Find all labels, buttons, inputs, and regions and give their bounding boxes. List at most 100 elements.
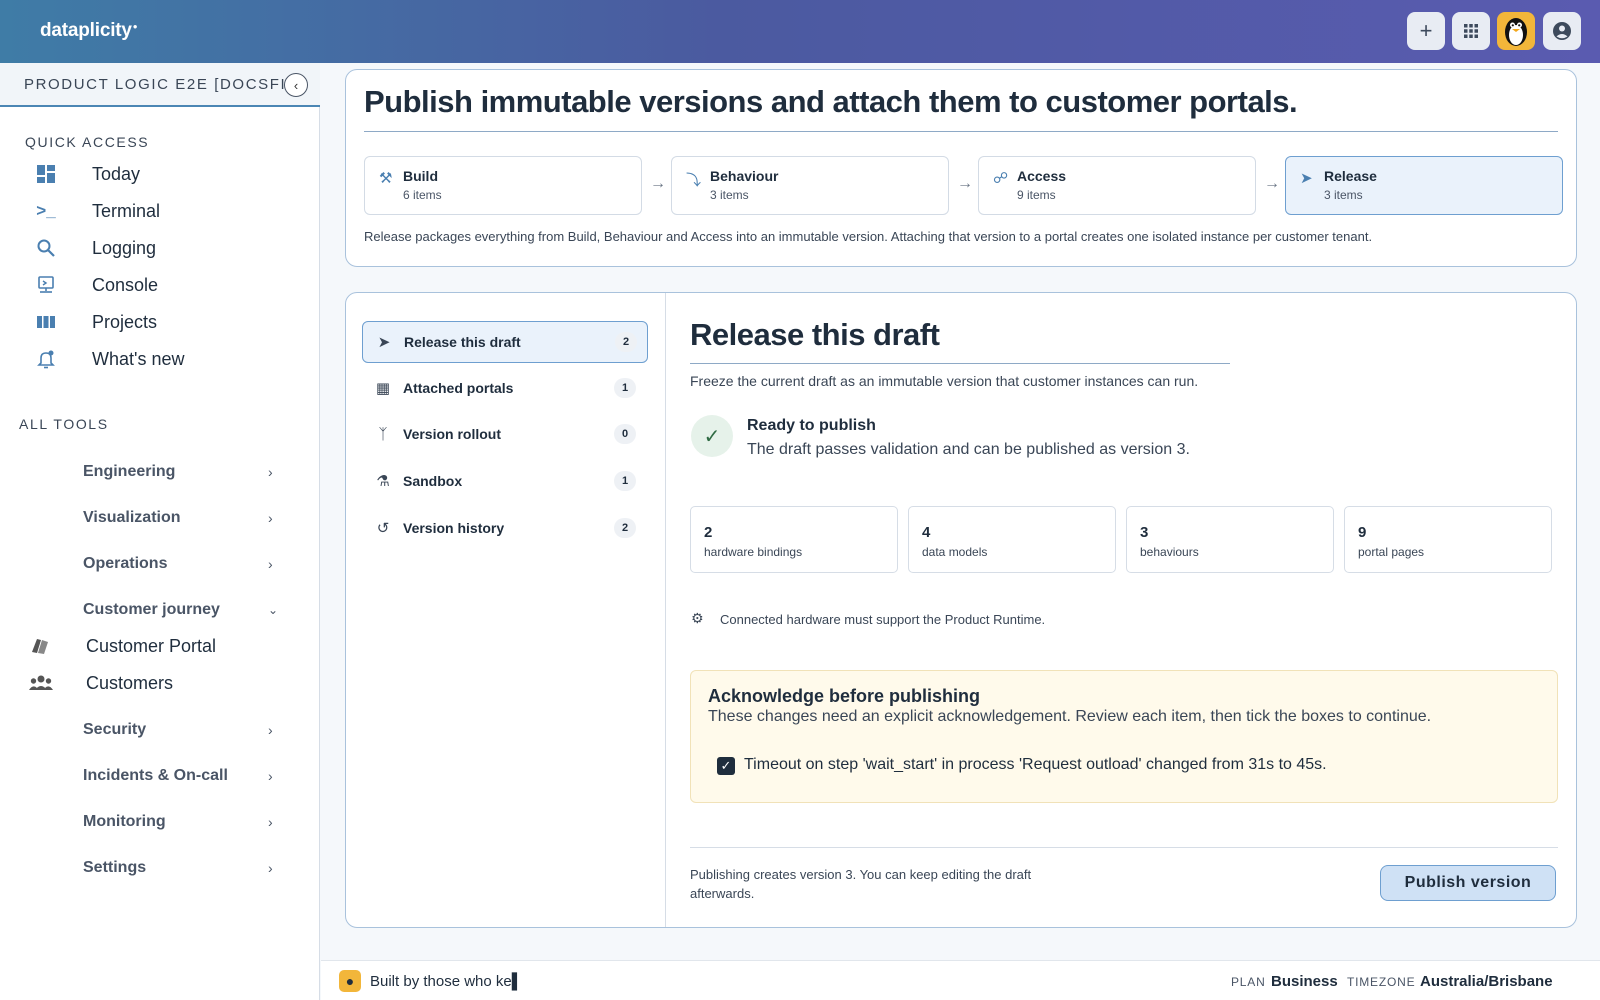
tool-customer-journey[interactable]: Customer journey ⌄ xyxy=(83,595,283,625)
check-icon: ✓ xyxy=(691,415,733,457)
count-badge: 0 xyxy=(614,424,636,444)
project-selector[interactable]: PRODUCT LOGIC E2E [DOCSFIN ‹ xyxy=(0,63,320,107)
collapse-sidebar-button[interactable]: ‹ xyxy=(284,73,308,97)
project-name: PRODUCT LOGIC E2E [DOCSFIN xyxy=(24,76,286,93)
nav-label: Sandbox xyxy=(403,473,463,489)
sidebar-item-label: Terminal xyxy=(92,200,161,221)
sidebar-item-today[interactable]: Today xyxy=(36,159,140,189)
chevron-right-icon: › xyxy=(268,768,273,784)
chevron-right-icon: › xyxy=(268,464,273,480)
stat-value: 9 xyxy=(1358,524,1367,541)
step-count: 6 items xyxy=(403,188,442,202)
chevron-right-icon: › xyxy=(268,510,273,526)
stat-card: 4 data models xyxy=(908,506,1116,573)
terminal-icon: >_ xyxy=(36,201,56,220)
tool-operations[interactable]: Operations › xyxy=(83,549,283,579)
tool-incidents[interactable]: Incidents & On-call › xyxy=(83,761,283,791)
flask-icon: ⚗ xyxy=(376,473,390,490)
acknowledge-panel: Acknowledge before publishing These chan… xyxy=(690,670,1558,803)
page-title: Publish immutable versions and attach th… xyxy=(364,84,1298,119)
stat-label: hardware bindings xyxy=(704,545,803,559)
chevron-right-icon: › xyxy=(268,814,273,830)
step-access[interactable]: ☍ Access 9 items xyxy=(978,156,1256,215)
timezone-key: TIMEZONE xyxy=(1347,975,1416,989)
add-button[interactable]: + xyxy=(1407,12,1445,50)
branch-icon: ᛉ xyxy=(378,425,388,443)
release-card: ➤ Release this draft 2 ▦ Attached portal… xyxy=(345,292,1577,928)
sidebar-item-console[interactable]: Console xyxy=(36,270,158,300)
penguin-avatar-icon xyxy=(1505,18,1527,46)
sidebar-item-label: Customers xyxy=(86,672,174,693)
tool-visualization[interactable]: Visualization › xyxy=(83,503,283,533)
tool-settings[interactable]: Settings › xyxy=(83,853,283,883)
acknowledge-item-label[interactable]: Timeout on step 'wait_start' in process … xyxy=(744,756,1327,774)
penguin-avatar-button[interactable] xyxy=(1497,12,1535,50)
nav-label: Release this draft xyxy=(404,334,521,350)
nav-version-rollout[interactable]: ᛉ Version rollout 0 xyxy=(362,413,648,455)
nav-version-history[interactable]: ↺ Version history 2 xyxy=(362,507,648,549)
title-divider xyxy=(364,131,1558,132)
plus-icon: + xyxy=(1419,18,1433,43)
stat-card: 3 behaviours xyxy=(1126,506,1334,573)
step-title: Build xyxy=(403,168,438,184)
rocket-icon: ➤ xyxy=(377,334,391,351)
apps-button[interactable] xyxy=(1452,12,1490,50)
tool-monitoring[interactable]: Monitoring › xyxy=(83,807,283,837)
nav-release-this-draft[interactable]: ➤ Release this draft 2 xyxy=(362,321,648,363)
search-icon xyxy=(37,239,55,257)
quick-access-heading: QUICK ACCESS xyxy=(25,134,150,150)
nav-label: Attached portals xyxy=(403,380,514,396)
step-behaviour[interactable]: ⤵ Behaviour 3 items xyxy=(671,156,949,215)
tool-security[interactable]: Security › xyxy=(83,715,283,745)
step-release[interactable]: ➤ Release 3 items xyxy=(1285,156,1563,215)
step-count: 3 items xyxy=(1324,188,1363,202)
publish-note: Publishing creates version 3. You can ke… xyxy=(690,867,1032,901)
tool-label: Customer journey xyxy=(83,601,220,618)
stat-value: 2 xyxy=(704,524,713,541)
portal-icon xyxy=(32,639,48,654)
tools-icon: ⚒ xyxy=(379,170,393,187)
projects-icon xyxy=(37,316,55,328)
step-count: 9 items xyxy=(1017,188,1056,202)
status-tagline: Built by those who ke▌ xyxy=(370,973,523,990)
sidebar-item-customers[interactable]: Customers xyxy=(28,668,173,698)
account-button[interactable] xyxy=(1543,12,1581,50)
chevron-right-icon: › xyxy=(268,860,273,876)
storefront-icon: ▦ xyxy=(375,380,391,397)
publish-version-button[interactable]: Publish version xyxy=(1380,865,1556,901)
arrow-right-icon: → xyxy=(650,175,666,192)
count-badge: 2 xyxy=(615,332,637,352)
all-tools-heading: ALL TOOLS xyxy=(19,416,109,432)
tool-engineering[interactable]: Engineering › xyxy=(83,457,283,487)
tool-label: Monitoring xyxy=(83,813,166,830)
sidebar-item-logging[interactable]: Logging xyxy=(36,233,156,263)
section-divider xyxy=(690,363,1230,364)
step-build[interactable]: ⚒ Build 6 items xyxy=(364,156,642,215)
ready-description: The draft passes validation and can be p… xyxy=(747,441,1190,458)
status-bar: ● Built by those who ke▌ PLAN Business T… xyxy=(321,960,1600,1000)
count-badge: 1 xyxy=(614,378,636,398)
count-badge: 1 xyxy=(614,471,636,491)
dataplicity-logo[interactable]: dataplicity● xyxy=(40,20,138,42)
sidebar-item-terminal[interactable]: >_ Terminal xyxy=(36,196,160,226)
people-icon xyxy=(29,675,53,690)
acknowledge-checkbox[interactable]: ✓ xyxy=(717,757,735,775)
sidebar-item-projects[interactable]: Projects xyxy=(36,307,157,337)
bolt-icon: ⤵ xyxy=(686,172,702,189)
step-title: Release xyxy=(1324,168,1377,184)
account-circle-icon xyxy=(1553,22,1571,40)
dashboard-icon xyxy=(37,165,55,183)
sidebar-item-label: Customer Portal xyxy=(86,635,217,656)
footer-divider xyxy=(690,847,1558,848)
nav-sandbox[interactable]: ⚗ Sandbox 1 xyxy=(362,460,648,502)
tool-label: Security xyxy=(83,721,147,738)
step-title: Behaviour xyxy=(710,168,779,184)
step-title: Access xyxy=(1017,168,1067,184)
arrow-right-icon: → xyxy=(957,175,973,192)
sidebar-item-customer-portal[interactable]: Customer Portal xyxy=(28,631,216,661)
timezone-value: Australia/Brisbane xyxy=(1420,973,1553,990)
grid-icon xyxy=(1464,24,1478,38)
workflow-card: Publish immutable versions and attach th… xyxy=(345,69,1577,267)
sidebar-item-whats-new[interactable]: What's new xyxy=(36,344,184,374)
nav-attached-portals[interactable]: ▦ Attached portals 1 xyxy=(362,367,648,409)
